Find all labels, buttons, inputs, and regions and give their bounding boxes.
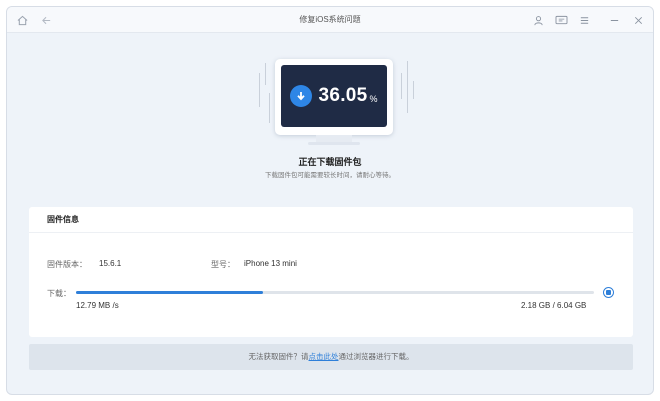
- download-progress-bar: [76, 291, 594, 294]
- monitor-screen: 36.05 %: [281, 65, 387, 127]
- download-speed: 12.79 MB /s: [76, 301, 119, 310]
- download-status-subtitle: 下载固件包可能需要较长时间，请耐心等待。: [265, 172, 395, 179]
- download-illustration: 36.05 %: [253, 55, 419, 155]
- footer-prefix-text: 无法获取固件？请: [248, 352, 309, 361]
- download-arrow-icon: [290, 85, 313, 107]
- firmware-info-card: 固件信息 固件版本： 15.6.1 型号： iPhone 13 mini 下载：…: [29, 207, 633, 337]
- menu-icon[interactable]: [575, 11, 593, 29]
- close-icon[interactable]: [629, 11, 647, 29]
- minimize-icon[interactable]: [605, 11, 623, 29]
- firmware-version-value: 15.6.1: [99, 259, 122, 268]
- click-here-link[interactable]: 点击此处: [309, 352, 339, 361]
- firmware-info-title: 固件信息: [29, 207, 633, 233]
- cancel-download-button[interactable]: [603, 287, 614, 298]
- footer-suffix-text: 通过浏览器进行下载。: [338, 352, 414, 361]
- stop-icon: [606, 290, 611, 295]
- firmware-version-label: 固件版本：: [47, 260, 87, 269]
- monitor-graphic: 36.05 %: [275, 59, 393, 135]
- feedback-icon[interactable]: [552, 11, 570, 29]
- model-label: 型号：: [211, 260, 235, 269]
- app-window: 修复iOS系统问题 36.05 % 正在下载固件包 下载固件包可能需要较长时间，…: [6, 6, 654, 395]
- account-icon[interactable]: [529, 11, 547, 29]
- download-size: 2.18 GB / 6.04 GB: [521, 301, 587, 310]
- model-value: iPhone 13 mini: [244, 259, 297, 268]
- download-progress-fill: [76, 291, 263, 294]
- download-status-title: 正在下载固件包: [298, 157, 362, 167]
- titlebar: 修复iOS系统问题: [7, 7, 653, 33]
- manual-download-bar: 无法获取固件？请点击此处通过浏览器进行下载。: [29, 344, 633, 370]
- download-label: 下载：: [47, 289, 71, 298]
- percent-sign: %: [369, 94, 378, 104]
- download-percentage: 36.05: [318, 85, 368, 106]
